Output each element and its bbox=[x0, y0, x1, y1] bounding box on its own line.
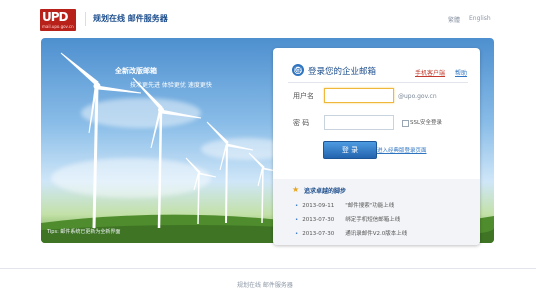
lang-english-link[interactable]: English bbox=[469, 15, 491, 22]
logo-subtext: mail.upo.gov.cn bbox=[42, 24, 74, 29]
password-label: 密 码 bbox=[293, 119, 310, 127]
ssl-checkbox[interactable] bbox=[402, 120, 409, 127]
news-item[interactable]: • 2013-07-30 通讯录邮件V2.0版本上线 bbox=[295, 229, 407, 237]
username-label: 用户名 bbox=[293, 92, 314, 100]
logo-text: UPD bbox=[42, 10, 68, 24]
news-item[interactable]: • 2013-07-30 绑定手机短信邮箱上线 bbox=[295, 215, 400, 223]
divider bbox=[288, 82, 468, 83]
header: UPD mail.upo.gov.cn 规划在线 邮件服务器 繁體 Englis… bbox=[0, 0, 536, 38]
password-input[interactable] bbox=[324, 115, 394, 130]
ssl-label: SSL安全登录 bbox=[410, 120, 443, 126]
site-title: 规划在线 邮件服务器 bbox=[93, 14, 168, 23]
hero-slogan: 技术更先进 体验更优 速度更快 bbox=[130, 82, 212, 89]
footer-divider bbox=[0, 268, 536, 269]
bullet-icon: • bbox=[295, 231, 299, 237]
news-title: 追求卓越的脚步 bbox=[304, 188, 347, 195]
star-icon: ★ bbox=[292, 185, 300, 194]
hero-headline: 全新改版邮箱 bbox=[115, 67, 157, 75]
login-title: 登录您的企业邮箱 bbox=[308, 67, 377, 77]
bullet-icon: • bbox=[295, 217, 299, 223]
help-link[interactable]: 帮助 bbox=[455, 68, 467, 77]
mobile-client-link[interactable]: 手机客户端 bbox=[415, 68, 445, 77]
domain-suffix: @upo.gov.cn bbox=[398, 93, 437, 100]
news-item[interactable]: • 2013-09-11 "邮件搜索"功能上线 bbox=[295, 201, 394, 209]
login-button[interactable]: 登 录 bbox=[323, 141, 377, 159]
footer-text: 规划在线 邮件服务器 bbox=[237, 282, 293, 289]
news-text: "邮件搜索"功能上线 bbox=[345, 203, 395, 209]
at-icon: @ bbox=[292, 64, 304, 76]
lang-traditional-link[interactable]: 繁體 bbox=[448, 15, 460, 24]
username-input[interactable] bbox=[324, 88, 394, 103]
header-separator bbox=[85, 12, 86, 26]
logo: UPD mail.upo.gov.cn bbox=[40, 9, 76, 31]
classic-login-link[interactable]: 进入经典版登录页面 bbox=[377, 146, 427, 154]
hero-caption: Tips: 邮件系统已更新为全新界面 bbox=[47, 229, 121, 235]
news-date: 2013-07-30 bbox=[302, 231, 335, 237]
news-date: 2013-09-11 bbox=[302, 203, 335, 209]
news-section: ★ 追求卓越的脚步 • 2013-09-11 "邮件搜索"功能上线 • 2013-07… bbox=[273, 179, 480, 245]
login-card: @ 登录您的企业邮箱 手机客户端 帮助 用户名 @upo.gov.cn 密 码 … bbox=[273, 48, 480, 245]
news-text: 绑定手机短信邮箱上线 bbox=[345, 217, 401, 223]
bullet-icon: • bbox=[295, 203, 299, 209]
news-text: 通讯录邮件V2.0版本上线 bbox=[345, 231, 408, 237]
news-date: 2013-07-30 bbox=[302, 217, 335, 223]
